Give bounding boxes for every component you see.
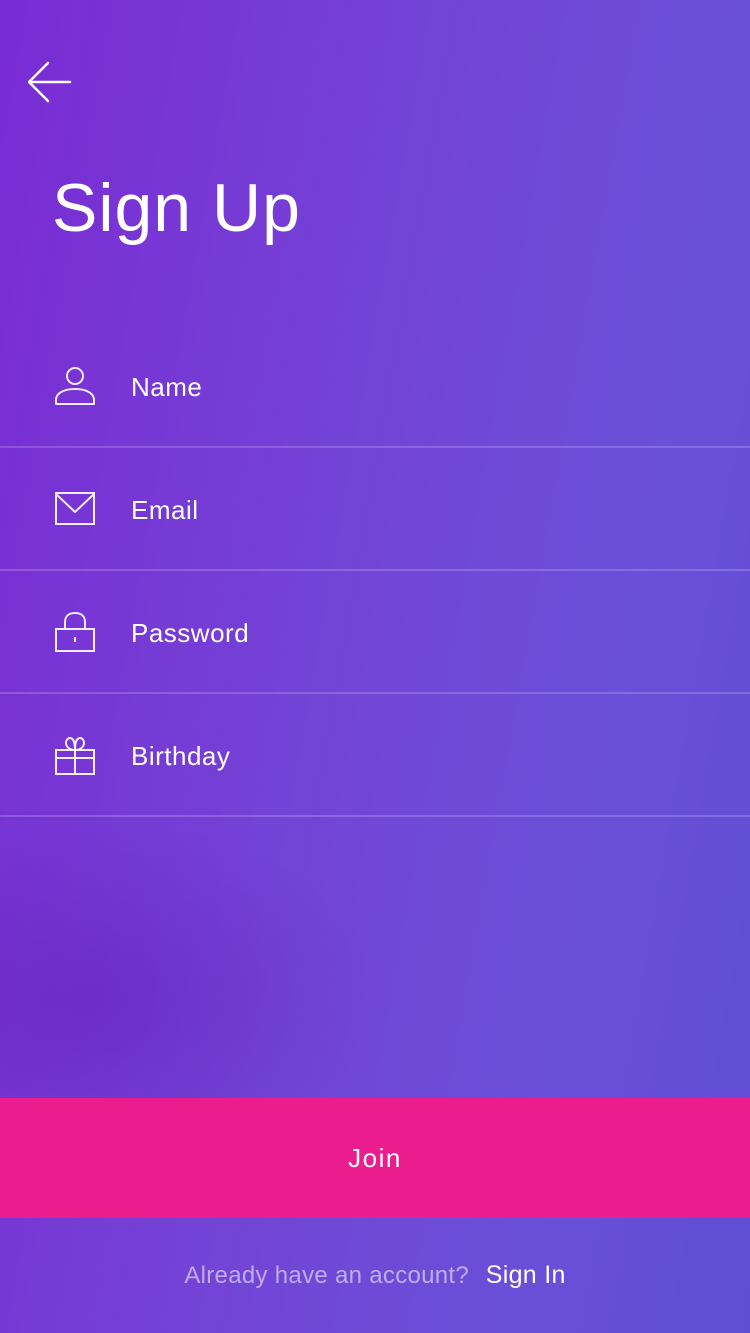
email-field-label: Email: [131, 495, 199, 525]
password-field[interactable]: Password: [0, 571, 750, 694]
signup-screen: Sign Up Name Email Password Birthday Joi…: [0, 0, 750, 1333]
envelope-icon: [54, 488, 96, 530]
gift-icon: [54, 734, 96, 776]
signin-link[interactable]: Sign In: [486, 1261, 566, 1289]
join-button[interactable]: Join: [0, 1098, 750, 1218]
name-field-label: Name: [131, 372, 203, 402]
lock-icon: [54, 611, 96, 653]
arrow-left-icon: [27, 61, 72, 103]
user-icon: [54, 365, 96, 407]
page-title: Sign Up: [52, 170, 301, 246]
signin-prompt-line: Already have an account? Sign In: [0, 1258, 750, 1293]
email-field[interactable]: Email: [0, 448, 750, 571]
password-field-label: Password: [131, 618, 250, 648]
signup-form: Name Email Password Birthday: [0, 325, 750, 817]
name-field[interactable]: Name: [0, 325, 750, 448]
signin-prompt-text: Already have an account?: [184, 1262, 470, 1289]
back-button[interactable]: [24, 58, 76, 106]
birthday-field-label: Birthday: [131, 741, 231, 771]
birthday-field[interactable]: Birthday: [0, 694, 750, 817]
